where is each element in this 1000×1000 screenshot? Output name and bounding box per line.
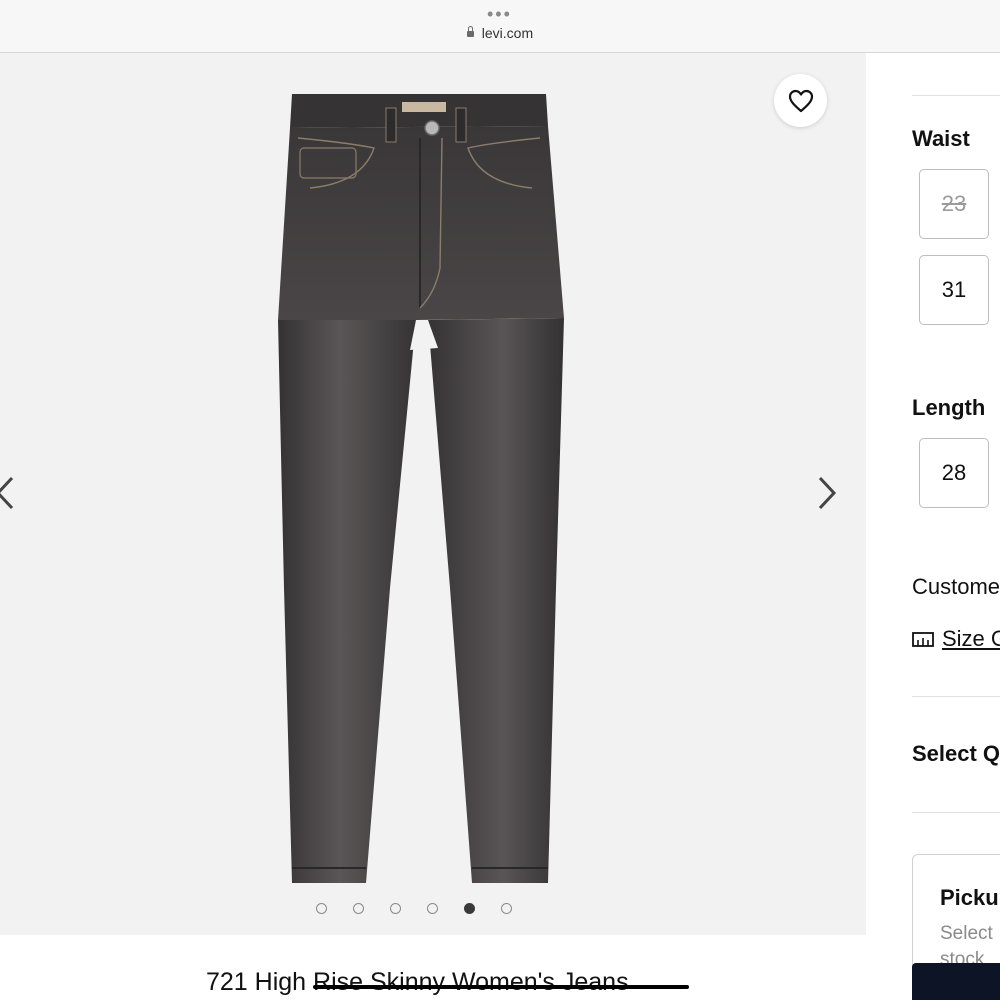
pagination-dot[interactable]	[427, 903, 438, 914]
length-label: Length	[912, 395, 986, 420]
length-option-28[interactable]: 28	[919, 438, 989, 508]
pagination-dot[interactable]	[390, 903, 401, 914]
waist-option-31[interactable]: 31	[919, 255, 989, 325]
size-guide-label: Size G	[942, 626, 1000, 651]
pagination-dot[interactable]	[501, 903, 512, 914]
divider	[912, 812, 1000, 813]
pagination-dot[interactable]	[316, 903, 327, 914]
chevron-left-icon	[0, 476, 14, 510]
product-gallery	[0, 53, 866, 935]
chevron-right-icon	[818, 476, 837, 510]
previous-image-button[interactable]	[0, 473, 22, 513]
pickup-subtext-line1: Select	[940, 923, 993, 944]
browser-bar: ••• levi.com	[0, 0, 1000, 53]
waist-label: Waist	[912, 126, 970, 151]
image-pagination	[316, 903, 512, 914]
waist-option-23[interactable]: 23	[919, 169, 989, 239]
pagination-dot[interactable]	[353, 903, 364, 914]
page: ••• levi.com 721 High Rise Skinny Women'…	[0, 0, 1000, 1000]
divider	[912, 696, 1000, 697]
add-to-bag-button[interactable]	[912, 963, 1000, 1000]
size-guide-link[interactable]: Size G	[912, 626, 1000, 652]
lock-icon	[466, 26, 474, 37]
pagination-dot-active[interactable]	[464, 903, 475, 914]
favorite-button[interactable]	[774, 74, 827, 127]
customer-text: Custome	[912, 574, 1000, 599]
product-options-panel: Waist 23 31 Length 28 Custome Size G Sel…	[866, 53, 1000, 1000]
pickup-title: Picku	[940, 885, 999, 910]
select-quantity-label: Select Q	[912, 741, 1000, 766]
tab-menu-dots[interactable]: •••	[487, 5, 512, 23]
ruler-icon	[912, 632, 934, 647]
annotation-strike	[313, 985, 689, 989]
divider	[912, 95, 1000, 96]
url-text: levi.com	[481, 25, 534, 41]
product-image	[278, 94, 564, 883]
heart-icon	[788, 89, 813, 112]
product-title: 721 High Rise Skinny Women's Jeans	[206, 968, 629, 996]
address-bar[interactable]: levi.com	[0, 25, 1000, 41]
next-image-button[interactable]	[812, 473, 842, 513]
